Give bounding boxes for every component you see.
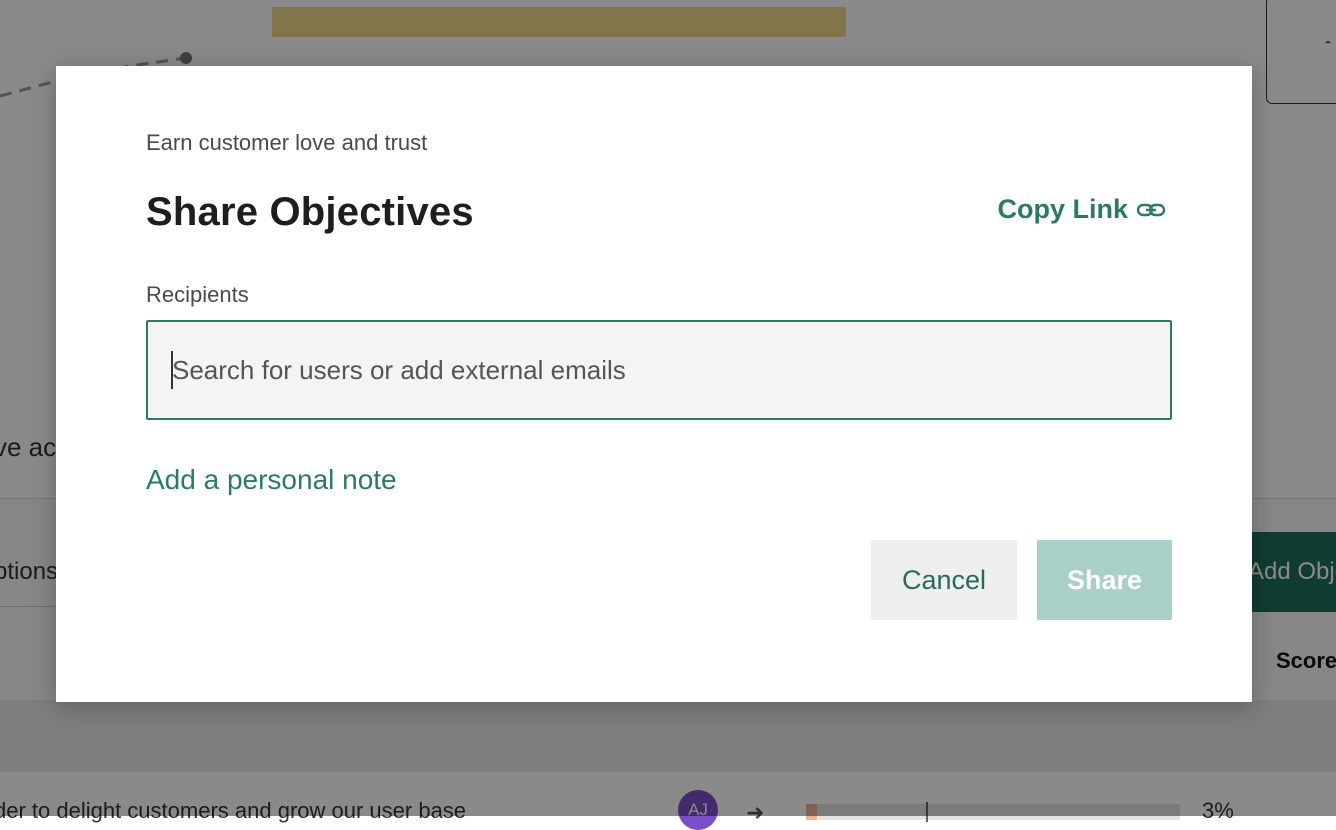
add-personal-note-link[interactable]: Add a personal note xyxy=(146,464,397,496)
share-objectives-dialog: Earn customer love and trust Share Objec… xyxy=(56,66,1252,702)
dialog-subtitle: Earn customer love and trust xyxy=(146,130,428,155)
dialog-title: Share Objectives xyxy=(146,190,474,234)
text-cursor xyxy=(171,351,173,389)
copy-link-button[interactable]: Copy Link xyxy=(997,194,1166,225)
copy-link-label: Copy Link xyxy=(997,194,1128,224)
recipients-label: Recipients xyxy=(146,282,249,307)
cancel-button[interactable]: Cancel xyxy=(871,540,1017,620)
recipients-search-input[interactable] xyxy=(146,320,1172,420)
share-button[interactable]: Share xyxy=(1037,540,1172,620)
link-icon xyxy=(1136,203,1166,216)
